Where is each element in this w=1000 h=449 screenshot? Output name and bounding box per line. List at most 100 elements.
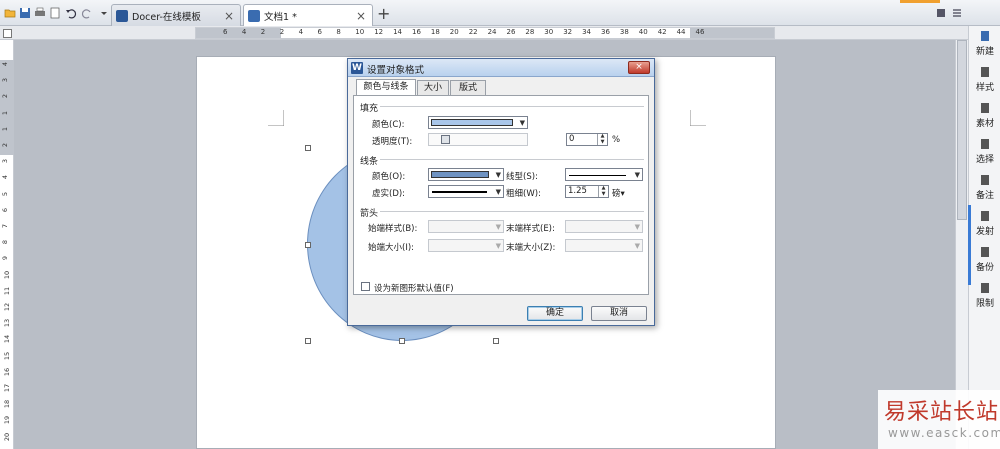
tab-document1[interactable]: 文档1 * × [243,4,373,27]
ruler-number: 1 [1,110,10,115]
sidebar-item[interactable]: 样式 [969,66,1000,93]
sidebar-item[interactable]: 新建 [969,30,1000,57]
default-checkbox[interactable] [361,282,370,291]
begin-style-dropdown[interactable]: ▼ [428,220,504,233]
tab-size[interactable]: 大小 [417,80,449,95]
style-icon [981,67,989,77]
ruler-number: 8 [336,28,341,36]
dialog-title-bar[interactable]: W 设置对象格式 × [348,59,654,77]
ruler-number: 2 [1,142,10,148]
tab-docer[interactable]: Docer-在线模板 × [111,4,241,26]
wps-writer-icon: W [351,62,363,74]
sidebar-item[interactable]: 素材 [969,102,1000,129]
watermark-cn: 易采站长站 [884,400,1000,425]
ruler-number: 20 [449,28,459,36]
tab-color-and-line[interactable]: 颜色与线条 [356,79,416,95]
ruler-number: 24 [487,28,497,36]
tab-document1-label: 文档1 * [264,12,297,23]
fill-color-dropdown[interactable]: ▼ [428,116,528,129]
weight-label: 粗细(W): [506,189,541,199]
sidebar-item[interactable]: 备份 [969,246,1000,273]
vertical-scrollbar[interactable] [955,40,968,449]
sidebar-item-label: 选择 [975,155,994,165]
new-doc-icon [981,31,989,41]
ruler-number: 20 [3,432,12,441]
line-section-label: 线条 [360,157,379,167]
scrollbar-thumb[interactable] [957,40,967,220]
ruler-number: 42 [657,28,667,36]
transparency-slider[interactable] [428,133,528,146]
ruler-number: 32 [563,28,573,36]
sidebar-item[interactable]: 备注 [969,174,1000,201]
ruler-number: 6 [317,28,322,36]
undo-icon[interactable] [65,7,77,19]
end-style-dropdown[interactable]: ▼ [565,220,643,233]
menu-icon[interactable] [952,8,962,18]
dash-style-dropdown[interactable]: ▼ [428,185,504,198]
ruler-number: 7 [1,223,10,229]
crop-mark [268,110,284,126]
transparency-value: 0 [569,134,575,144]
open-folder-icon[interactable] [4,7,16,19]
spin-buttons[interactable]: ▲ ▼ [598,185,608,197]
resize-handle[interactable] [305,338,311,344]
dialog-close-button[interactable]: × [628,61,650,74]
weight-value: 1.25 [568,186,587,196]
resize-handle[interactable] [399,338,405,344]
resize-handle[interactable] [493,338,499,344]
ruler-number: 2 [260,28,266,36]
sidebar-active-indicator [968,205,971,285]
line-style-dropdown[interactable]: ▼ [565,168,643,181]
ruler-number: 13 [3,319,12,328]
crop-mark [690,110,706,126]
save-icon[interactable] [19,7,31,19]
weight-unit-dropdown[interactable]: 磅▾ [612,187,625,199]
end-size-label: 末端大小(Z): [506,243,556,253]
print-icon[interactable] [34,7,46,19]
ruler-toggle-button[interactable] [3,29,12,38]
close-icon[interactable]: × [356,9,366,23]
resize-handle[interactable] [305,145,311,151]
sidebar-item[interactable]: 限制 [969,282,1000,309]
ruler-number: 18 [430,28,440,36]
ruler-number: 4 [1,175,10,180]
sidebar-item-label: 发射 [975,227,994,237]
sidebar-item-label: 素材 [975,119,994,129]
ruler-number: 15 [3,351,12,360]
vertical-ruler[interactable]: 4321123456789101112131415161718192021 [0,40,14,449]
sidebar-item-label: 备注 [975,191,994,201]
close-icon[interactable]: × [224,9,234,23]
line-color-label: 颜色(O): [372,172,406,182]
print-preview-icon[interactable] [49,7,61,19]
chevron-down-icon: ▼ [495,223,501,231]
new-tab-button[interactable]: + [377,4,390,23]
chevron-down-icon: ▼ [519,119,525,127]
ok-button[interactable]: 确定 [527,306,583,321]
spin-buttons[interactable]: ▲ ▼ [597,133,607,145]
window-switch-icon[interactable] [936,8,946,18]
sidebar-item-label: 限制 [975,299,994,309]
transparency-input[interactable]: 0 ▲ ▼ [566,133,608,146]
sidebar-item[interactable]: 选择 [969,138,1000,165]
begin-size-dropdown[interactable]: ▼ [428,239,504,252]
ruler-number: 2 [279,28,285,36]
tab-layout[interactable]: 版式 [450,80,486,95]
sidebar-item[interactable]: 发射 [969,210,1000,237]
ruler-number: 16 [412,28,421,36]
dash-style-sample [432,191,487,193]
chevron-down-icon: ▼ [495,242,501,250]
line-color-dropdown[interactable]: ▼ [428,168,504,181]
document-icon [248,10,260,22]
slider-thumb[interactable] [441,135,450,144]
horizontal-ruler[interactable]: 6 4 2 2 4 6 8 10 12 14 16 18 20 22 24 26 28 30 32 34 36 38 40 4… [0,26,968,40]
resize-handle[interactable] [305,242,311,248]
cancel-button[interactable]: 取消 [591,306,647,321]
redo-icon[interactable] [81,7,93,19]
ruler-number: 14 [393,28,403,36]
chevron-down-icon: ▼ [634,242,640,250]
ruler-number: 3 [1,159,10,164]
end-size-dropdown[interactable]: ▼ [565,239,643,252]
weight-input[interactable]: 1.25 ▲ ▼ [565,185,609,198]
dialog-title: 设置对象格式 [367,65,425,76]
chevron-down-icon[interactable] [98,7,110,19]
